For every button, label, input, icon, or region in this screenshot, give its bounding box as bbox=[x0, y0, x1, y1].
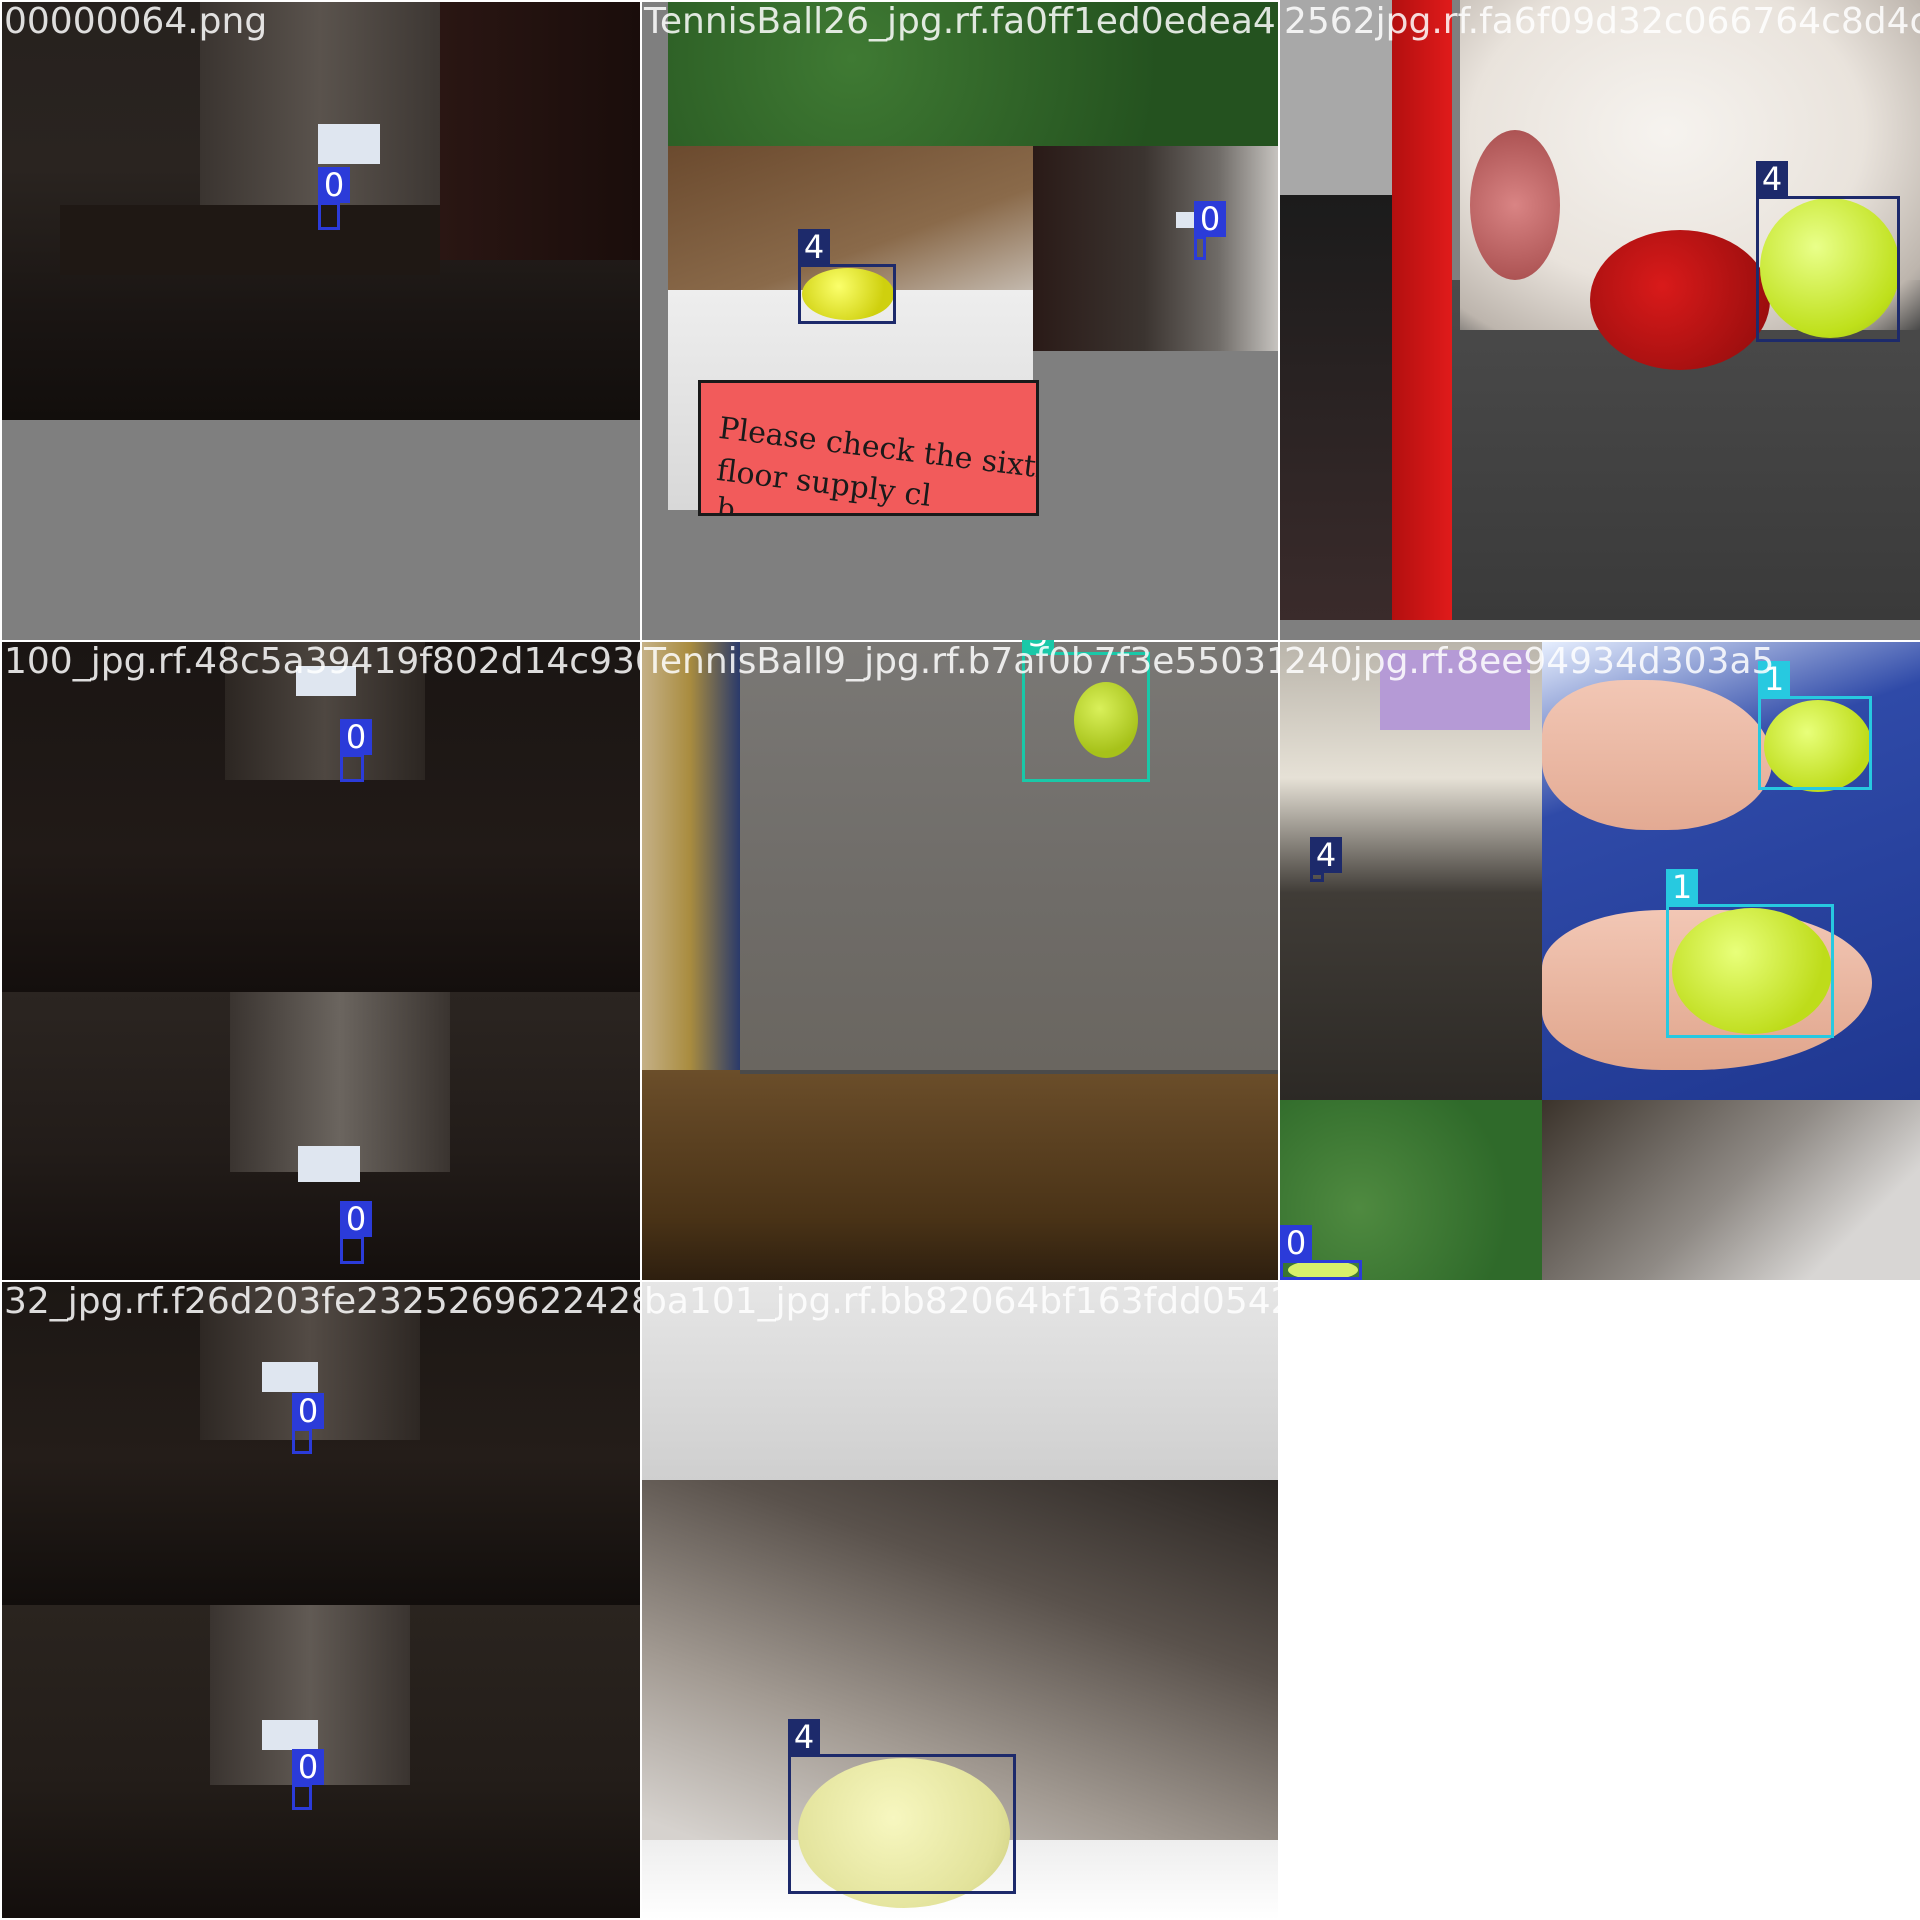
image-tile: 4 ba101_jpg.rf.bb82064bf163fdd054217605 bbox=[640, 1280, 1280, 1920]
image-tile: 4 2562jpg.rf.fa6f09d32c066764c8d4c8a bbox=[1280, 0, 1920, 640]
photo-floor bbox=[640, 1070, 1280, 1280]
empty-cell bbox=[1280, 1280, 1920, 1920]
bounding-box: 0 bbox=[318, 167, 350, 230]
sign-line-3: b bbox=[714, 491, 737, 516]
bounding-box: 0 bbox=[340, 719, 372, 782]
bounding-box: 4 bbox=[798, 229, 896, 324]
image-filename: TennisBall26_jpg.rf.fa0ff1ed0edea42d bbox=[644, 1, 1280, 42]
photo-red-frame bbox=[1392, 0, 1452, 620]
bounding-box: 4 bbox=[788, 1719, 1016, 1894]
class-label: 0 bbox=[340, 1201, 372, 1237]
bounding-box: 0 bbox=[292, 1749, 324, 1810]
image-tile: Please check the sixth floor supply cl b… bbox=[640, 0, 1280, 640]
image-tile: 0 0 32_jpg.rf.f26d203fe23252696224281f3 bbox=[0, 1280, 640, 1920]
class-label: 1 bbox=[1666, 869, 1698, 905]
photo-desk bbox=[60, 205, 440, 275]
image-tile: 0 0 100_jpg.rf.48c5a39419f802d14c93013 bbox=[0, 640, 640, 1280]
photo-left-blur bbox=[640, 640, 740, 1070]
photo-plush-ear bbox=[1470, 130, 1560, 280]
image-filename: 00000064.png bbox=[4, 1, 268, 42]
sticky-sign: Please check the sixth floor supply cl b bbox=[698, 380, 1039, 516]
class-label: 4 bbox=[1310, 837, 1342, 873]
bounding-box: 0 bbox=[1194, 201, 1226, 260]
class-label: 4 bbox=[798, 229, 830, 265]
padding-area bbox=[0, 420, 640, 640]
image-tile: 4 1 1 0 240jpg.rf.8ee94934d303a5 bbox=[1280, 640, 1920, 1280]
image-filename: TennisBall9_jpg.rf.b7af0b7f3e55031a6f bbox=[644, 641, 1280, 682]
class-label: 0 bbox=[318, 167, 350, 203]
class-label: 0 bbox=[1280, 1225, 1312, 1261]
bounding-box: 0 bbox=[340, 1201, 372, 1264]
image-tile: 0 00000064.png bbox=[0, 0, 640, 640]
class-label: 4 bbox=[788, 1719, 820, 1755]
photo-grey-wall bbox=[740, 640, 1280, 1070]
photo-floor-edge bbox=[740, 1070, 1280, 1074]
image-filename: 2562jpg.rf.fa6f09d32c066764c8d4c8a bbox=[1284, 1, 1920, 42]
class-label: 0 bbox=[340, 719, 372, 755]
image-filename: ba101_jpg.rf.bb82064bf163fdd054217605 bbox=[644, 1281, 1280, 1322]
class-label: 4 bbox=[1756, 161, 1788, 197]
photo-curtain bbox=[440, 0, 640, 260]
photo-left-strip-dark bbox=[1280, 195, 1392, 620]
class-label: 0 bbox=[1194, 201, 1226, 237]
photo-blurred-corner bbox=[1542, 1100, 1920, 1280]
image-filename: 100_jpg.rf.48c5a39419f802d14c93013 bbox=[4, 641, 640, 682]
image-tile: 3 TennisBall9_jpg.rf.b7af0b7f3e55031a6f bbox=[640, 640, 1280, 1280]
image-filename: 240jpg.rf.8ee94934d303a5 bbox=[1284, 641, 1775, 682]
bounding-box: 4 bbox=[1756, 161, 1900, 342]
bounding-box: 0 bbox=[292, 1393, 324, 1454]
photo-plush-red bbox=[1590, 230, 1770, 370]
bounding-box: 0 bbox=[1280, 1225, 1362, 1280]
photo-wall-bottom bbox=[230, 992, 450, 1172]
bounding-box: 1 bbox=[1666, 869, 1834, 1038]
class-label: 0 bbox=[292, 1393, 324, 1429]
image-filename: 32_jpg.rf.f26d203fe23252696224281f3 bbox=[4, 1281, 640, 1322]
photo-monitor bbox=[318, 124, 380, 164]
bounding-box: 4 bbox=[1310, 837, 1342, 882]
class-label: 0 bbox=[292, 1749, 324, 1785]
photo-green-floor bbox=[1280, 1100, 1542, 1280]
photo-monitor-top bbox=[262, 1362, 318, 1392]
photo-monitor-bottom bbox=[298, 1146, 360, 1182]
photo-monitor-bottom bbox=[262, 1720, 318, 1750]
bounding-box: 1 bbox=[1758, 661, 1872, 790]
photo-small-dark-room bbox=[1033, 146, 1280, 351]
mosaic-grid: 0 00000064.png Please check the sixth fl… bbox=[0, 0, 1920, 1920]
